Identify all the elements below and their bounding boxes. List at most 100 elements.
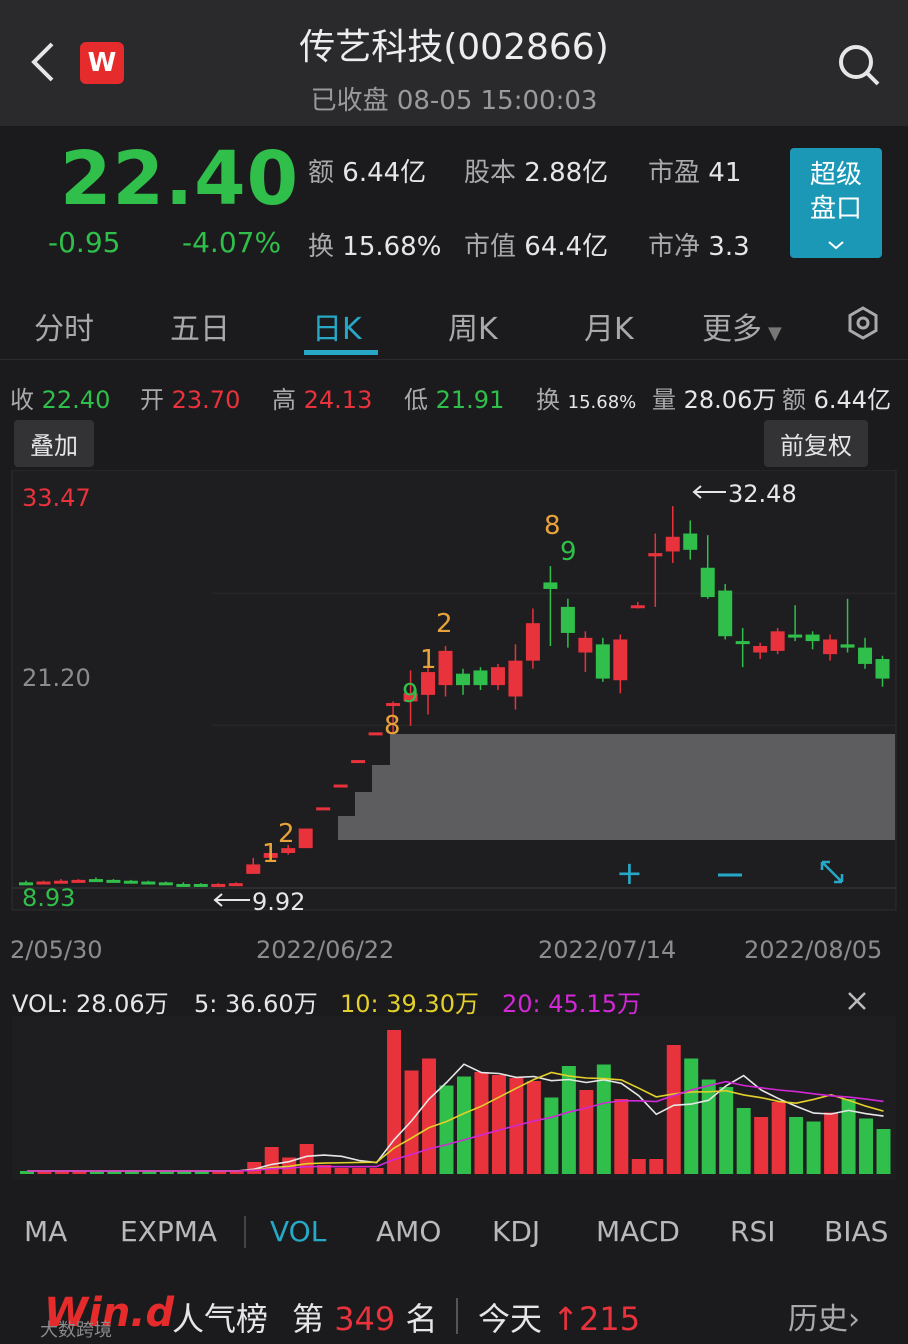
volume-bar (824, 1112, 839, 1174)
candle-body (508, 660, 523, 697)
indicator-rsi[interactable]: RSI (730, 1215, 776, 1248)
candlestick-chart[interactable]: 33.4721.208.93 9.9232.4812891289+2/05/30 2… (0, 470, 908, 970)
candle-body (805, 634, 820, 642)
candle-body (141, 881, 156, 885)
ohlc-high: 高 24.13 (272, 386, 373, 414)
candle-body (875, 659, 890, 679)
stat-turnover: 换 15.68% (308, 232, 442, 262)
candle-body (735, 641, 750, 645)
candle-body (560, 606, 575, 633)
candle-body (788, 634, 803, 638)
candle-body (648, 553, 663, 557)
price-change: -0.95 (48, 226, 121, 259)
settings-icon[interactable] (846, 306, 880, 340)
vol-ma10: 10: 39.30万 (340, 990, 479, 1018)
candle-body (123, 880, 138, 884)
candle-body (106, 879, 121, 883)
volume-bar (806, 1121, 821, 1174)
volume-bar (789, 1117, 804, 1174)
indicator-macd[interactable]: MACD (596, 1215, 680, 1248)
tab-monthly-k[interactable]: 月K (584, 304, 634, 348)
candle-body (421, 672, 436, 695)
search-icon[interactable] (836, 42, 882, 88)
history-link[interactable]: 历史› (788, 1294, 860, 1338)
candle-body (578, 637, 593, 653)
volume-bar (439, 1085, 454, 1174)
vol-ma20: 20: 45.15万 (502, 990, 641, 1018)
price-label-bottom: 8.93 (22, 884, 75, 912)
bar-divider (456, 1298, 458, 1334)
volume-chart[interactable] (0, 1016, 908, 1180)
indicator-amo[interactable]: AMO (376, 1215, 441, 1248)
tab-daily-k[interactable]: 日K (312, 304, 362, 348)
stat-shares: 股本 2.88亿 (464, 158, 609, 188)
td-mark: 8 (544, 511, 561, 541)
market-status: 已收盘 08-05 15:00:03 (310, 86, 598, 116)
volume-bar (526, 1081, 541, 1174)
vol-value: VOL: 28.06万 (12, 990, 169, 1018)
volume-bar (684, 1058, 699, 1174)
stat-pb: 市净 3.3 (648, 232, 750, 262)
tab-five-day[interactable]: 五日 (170, 304, 230, 348)
volume-bar (736, 1108, 751, 1174)
indicator-ma[interactable]: MA (24, 1215, 67, 1248)
candle-body (595, 644, 610, 679)
high-annotation: 32.48 (728, 480, 797, 508)
x-axis-label: 2022/06/22 (256, 936, 394, 964)
candle-body (525, 623, 540, 661)
candle-body (683, 533, 698, 550)
adjust-button[interactable]: 前复权 (764, 420, 868, 467)
volume-bar (701, 1079, 716, 1174)
candle-body (753, 645, 768, 653)
candle-body (228, 883, 243, 887)
active-tab-indicator (304, 350, 378, 355)
candle-body (543, 582, 558, 589)
tab-intraday[interactable]: 分时 (34, 304, 94, 348)
overlay-button[interactable]: 叠加 (14, 420, 94, 467)
price-label-top: 33.47 (22, 484, 91, 512)
candle-body (490, 667, 505, 686)
watermark: 大数跨境 (40, 1320, 112, 1341)
candle-body (158, 882, 173, 886)
stat-market-cap: 市值 64.4亿 (464, 232, 609, 262)
tab-weekly-k[interactable]: 周K (448, 304, 498, 348)
td-mark: 1 (262, 839, 279, 869)
popularity-bar[interactable]: Win.d 人气榜 第 349 名 今天 ↑215 历史› 大数跨境 (0, 1290, 908, 1344)
chart-area (11, 470, 897, 911)
candle-body (211, 883, 226, 887)
volume-bar (771, 1102, 786, 1174)
x-axis-label: 2/05/30 (10, 936, 103, 964)
stat-pe: 市盈 41 (648, 158, 742, 188)
candle-body (823, 639, 838, 655)
tab-more[interactable]: 更多 ▼ (702, 304, 782, 348)
stock-title: 传艺科技(002866) (299, 27, 609, 68)
volume-profile (338, 734, 895, 840)
volume-bar (719, 1087, 734, 1174)
indicator-vol[interactable]: VOL (270, 1215, 326, 1248)
candle-body (473, 670, 488, 686)
x-axis-label: 2022/08/05 (744, 936, 882, 964)
candle-body (840, 644, 855, 648)
volume-bar (631, 1159, 646, 1174)
candle-body (386, 703, 401, 707)
volume-bar (544, 1097, 559, 1174)
indicator-bias[interactable]: BIAS (824, 1215, 888, 1248)
indicator-kdj[interactable]: KDJ (492, 1215, 540, 1248)
last-price: 22.40 (60, 136, 300, 222)
rank: 第 349 名 (292, 1300, 438, 1338)
close-icon[interactable] (846, 990, 868, 1012)
td-mark: 2 (436, 609, 453, 639)
volume-bar (422, 1058, 437, 1174)
candle-body (438, 650, 453, 686)
td-mark: 9 (560, 537, 577, 567)
ohlc-open: 开 23.70 (140, 386, 241, 414)
top-header: W 传艺科技(002866) 已收盘 08-05 15:00:03 (0, 0, 908, 126)
volume-bar (474, 1072, 489, 1174)
price-change-pct: -4.07% (182, 226, 282, 259)
candle-body (333, 784, 348, 788)
candle-body (700, 567, 715, 598)
candle-body (298, 828, 313, 849)
candle-body (718, 590, 733, 637)
super-orderbook-button[interactable]: 超级 盘口 (790, 148, 882, 258)
indicator-expma[interactable]: EXPMA (120, 1215, 217, 1248)
